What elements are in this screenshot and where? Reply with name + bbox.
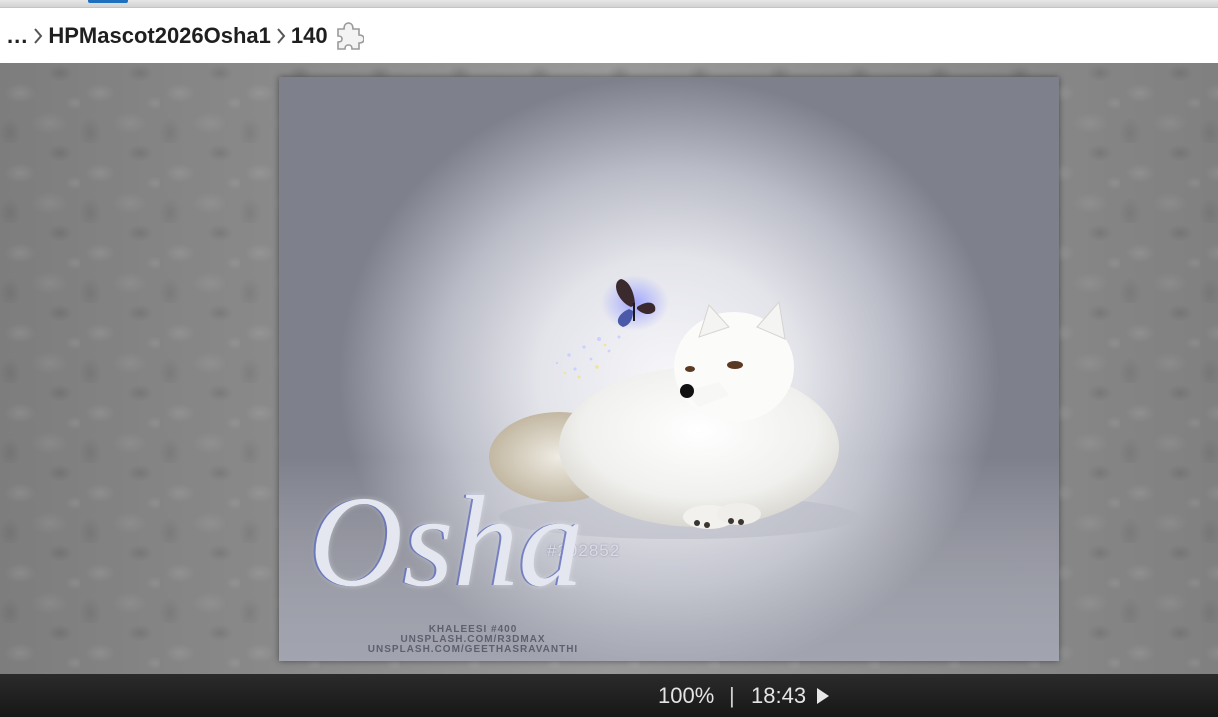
chevron-right-icon [272,24,290,48]
status-bar: 100% | 18:43 [0,674,1218,717]
chevron-right-icon [29,24,47,48]
status-divider: | [729,683,735,708]
play-icon[interactable] [815,686,831,706]
puzzle-piece-icon[interactable] [334,20,365,52]
zoom-level[interactable]: 100% [658,683,714,709]
clock-time: 18:43 [751,683,807,708]
image-credits: Khaleesi #400 unsplash.com/r3dmax unspla… [323,625,623,655]
breadcrumb-overflow-button[interactable]: ... [7,23,28,49]
breadcrumb-folder[interactable]: HPMascot2026Osha1 [48,23,271,49]
image-title-text: Osha [309,470,584,614]
window-top-strip [0,0,1218,8]
breadcrumb-current-item[interactable]: 140 [291,23,328,49]
credit-line: unsplash.com/geethasravanthi [367,644,579,655]
breadcrumb: ... HPMascot2026Osha1 140 [0,8,1218,63]
active-tab-indicator [88,0,128,3]
image-viewer[interactable]: #202852 Osha Khaleesi #400 unsplash.com/… [0,63,1218,674]
displayed-image: #202852 Osha Khaleesi #400 unsplash.com/… [279,77,1059,661]
